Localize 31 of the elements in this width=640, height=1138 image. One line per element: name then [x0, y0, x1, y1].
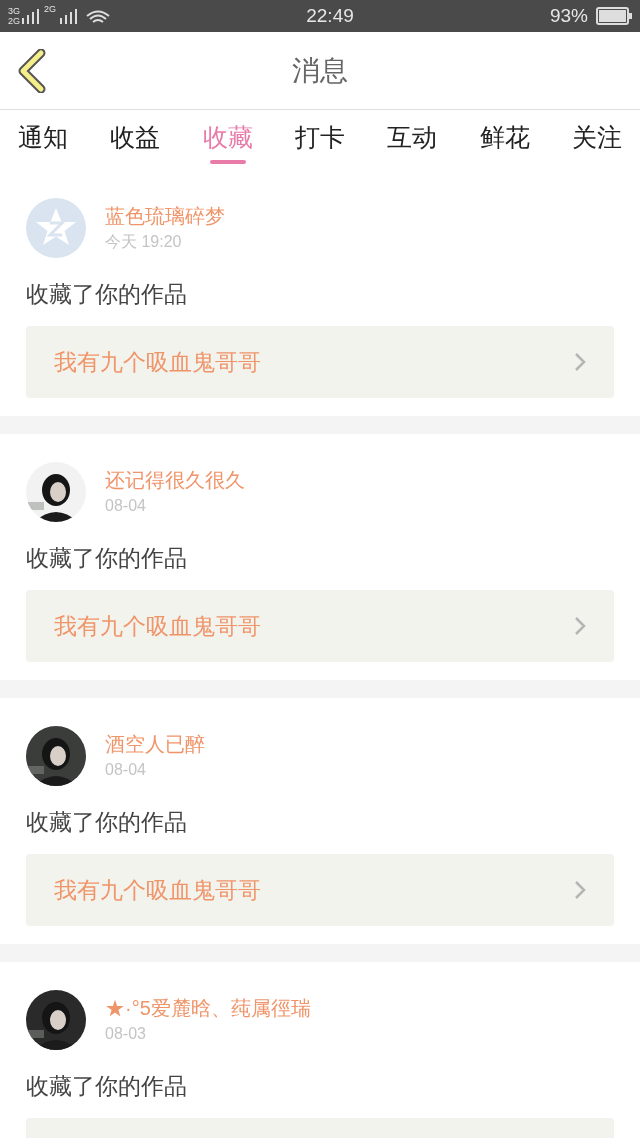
network-label: 3G: [8, 6, 20, 16]
user-name[interactable]: 蓝色琉璃碎梦: [105, 202, 225, 230]
work-title: 我有九个吸血鬼哥哥: [54, 347, 262, 377]
user-name[interactable]: 酒空人已醉: [105, 730, 205, 758]
user-name[interactable]: 还记得很久很久: [105, 466, 245, 494]
tab[interactable]: 收藏: [202, 110, 253, 164]
network-label: 2G: [8, 16, 20, 26]
clock: 22:49: [305, 3, 355, 28]
work-link[interactable]: 我有九个吸血鬼哥哥: [26, 326, 614, 398]
battery-percent: 93%: [549, 3, 588, 28]
message-text: 收藏了你的作品: [26, 1072, 188, 1101]
message-time: 08-03: [105, 1024, 147, 1044]
user-name[interactable]: ★·°5爱麓晗、莼属徑瑞: [105, 994, 311, 1022]
network-label: 2G: [44, 4, 57, 14]
work-title: 我有九个吸血鬼哥哥: [54, 875, 262, 905]
message-time: 08-04: [105, 496, 147, 516]
tab[interactable]: 互动: [387, 110, 438, 164]
tab[interactable]: 打卡: [295, 110, 345, 164]
tab[interactable]: 关注: [571, 110, 622, 164]
tab[interactable]: 通知: [18, 110, 68, 164]
work-link[interactable]: 我有九个吸血鬼哥哥: [26, 590, 614, 662]
work-link[interactable]: 我有九个吸血鬼哥哥: [26, 854, 614, 926]
tab[interactable]: 收益: [110, 110, 161, 164]
page-title: 消息: [292, 53, 348, 88]
message-time: 08-04: [105, 760, 147, 780]
tab[interactable]: 鲜花: [479, 110, 530, 164]
message-text: 收藏了你的作品: [26, 544, 188, 573]
message-text: 收藏了你的作品: [26, 280, 188, 309]
message-text: 收藏了你的作品: [26, 808, 188, 837]
message-time: 今天 19:20: [105, 232, 183, 252]
work-title: 我有九个吸血鬼哥哥: [54, 611, 262, 641]
